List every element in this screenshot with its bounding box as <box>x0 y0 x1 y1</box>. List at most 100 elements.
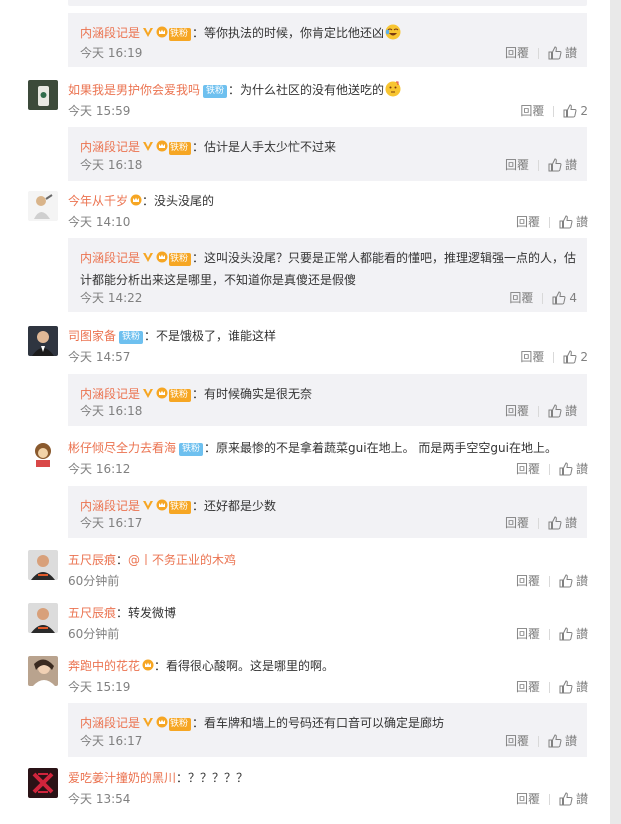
avatar[interactable] <box>28 656 58 686</box>
like-label: 讃 <box>575 215 588 229</box>
comment-username[interactable]: 如果我是男护你会爱我吗 <box>68 83 200 97</box>
reply-line: 内涵段记是 铁粉 ：估计是人手太少忙不过来 <box>80 136 580 158</box>
verified-v-icon <box>143 142 154 151</box>
reply-button[interactable]: 回覆 <box>516 678 540 696</box>
iron-fan-badge: 铁粉 <box>169 28 192 41</box>
reply-time: 今天 16:17 <box>80 516 143 530</box>
reply-actions: 回覆 讃 <box>505 514 577 532</box>
avatar[interactable] <box>28 326 58 356</box>
reply-username[interactable]: 内涵段记是 <box>80 26 140 40</box>
divider <box>553 106 555 117</box>
reply-button[interactable]: 回覆 <box>505 732 529 750</box>
colon: ： <box>154 659 167 673</box>
thumbs-up-icon <box>552 291 566 305</box>
verified-v-icon <box>143 718 154 727</box>
comment-time: 今天 13:54 <box>68 792 131 806</box>
avatar[interactable] <box>28 80 58 110</box>
mention-link[interactable]: @丨不务正业的木鸡 <box>128 553 236 567</box>
like-label: 讃 <box>575 462 588 476</box>
like-button[interactable]: 讃 <box>559 572 588 590</box>
like-button[interactable]: 讃 <box>559 213 588 231</box>
like-button[interactable]: 讃 <box>548 732 577 750</box>
comment-time: 今天 15:59 <box>68 104 131 118</box>
comment-actions: 回覆 讃 <box>516 790 588 808</box>
comment-line: 司图家备 铁粉 ：不是饿极了，谁能这样 <box>68 326 276 346</box>
like-button[interactable]: 讃 <box>559 790 588 808</box>
like-button[interactable]: 讃 <box>548 44 577 62</box>
colon: ： <box>116 606 129 620</box>
like-button[interactable]: 2 <box>563 102 588 120</box>
like-button[interactable]: 讃 <box>559 460 588 478</box>
colon: ： <box>192 140 205 154</box>
reply-line: 内涵段记是 铁粉 ：这叫没头没尾？只要是正常人都能看的懂吧，推理逻辑强一点的人，估计… <box>80 247 580 291</box>
reply-button[interactable]: 回覆 <box>516 213 540 231</box>
like-button[interactable]: 4 <box>552 289 577 307</box>
reply-button[interactable]: 回覆 <box>509 289 533 307</box>
like-count: 4 <box>569 291 577 305</box>
comment-actions: 回覆 讃 <box>516 213 588 231</box>
avatar[interactable] <box>28 603 58 633</box>
divider <box>537 48 539 59</box>
comment-username[interactable]: 五尺辰痕 <box>68 553 116 567</box>
reply-button[interactable]: 回覆 <box>505 44 529 62</box>
like-button[interactable]: 讃 <box>548 156 577 174</box>
like-button[interactable]: 2 <box>563 348 588 366</box>
reply-box: 内涵段记是 铁粉 ：看车牌和墙上的号码还有口音可以确定是廊坊 今天 16:17 回覆… <box>68 703 587 757</box>
comment-username[interactable]: 奔跑中的花花 <box>68 659 140 673</box>
colon: ： <box>116 553 129 567</box>
comment-username[interactable]: 司图家备 <box>68 329 116 343</box>
reply-button[interactable]: 回覆 <box>520 348 544 366</box>
like-label: 讃 <box>564 404 577 418</box>
like-button[interactable]: 讃 <box>559 625 588 643</box>
reply-username[interactable]: 内涵段记是 <box>80 140 140 154</box>
reply-button[interactable]: 回覆 <box>520 102 544 120</box>
scrollbar-track[interactable] <box>610 0 621 824</box>
comment-username[interactable]: 五尺辰痕 <box>68 606 116 620</box>
avatar[interactable] <box>28 438 58 468</box>
reply-username[interactable]: 内涵段记是 <box>80 716 140 730</box>
like-button[interactable]: 讃 <box>548 514 577 532</box>
fan-badge: 铁粉 <box>203 85 228 98</box>
colon: ： <box>144 329 157 343</box>
reply-username[interactable]: 内涵段记是 <box>80 387 140 401</box>
verified-v-icon <box>143 28 154 37</box>
comment-text: 转发微博 <box>128 606 177 620</box>
like-button[interactable]: 讃 <box>559 678 588 696</box>
crown-icon <box>156 26 168 38</box>
reply-time: 今天 16:18 <box>80 158 143 172</box>
reply-text: 还好都是少数 <box>204 499 277 513</box>
comment-username[interactable]: 彬仔倾尽全力去看海 <box>68 441 176 455</box>
crown-icon <box>130 194 142 206</box>
reply-button[interactable]: 回覆 <box>516 790 540 808</box>
comment-username[interactable]: 爱吃姜汁撞奶的黑川 <box>68 771 176 785</box>
reply-button[interactable]: 回覆 <box>505 514 529 532</box>
reply-username[interactable]: 内涵段记是 <box>80 251 140 265</box>
reply-username[interactable]: 内涵段记是 <box>80 499 140 513</box>
avatar[interactable] <box>28 550 58 580</box>
reply-button[interactable]: 回覆 <box>516 625 540 643</box>
divider <box>542 293 544 304</box>
like-button[interactable]: 讃 <box>548 402 577 420</box>
comment-time: 60分钟前 <box>68 574 120 588</box>
reply-box-cut <box>68 0 587 6</box>
reply-button[interactable]: 回覆 <box>505 156 529 174</box>
reply-button[interactable]: 回覆 <box>505 402 529 420</box>
reply-button[interactable]: 回覆 <box>516 460 540 478</box>
thumbs-up-icon <box>559 215 573 229</box>
reply-actions: 回覆 讃 <box>505 732 577 750</box>
divider <box>537 518 539 529</box>
reply-button[interactable]: 回覆 <box>516 572 540 590</box>
comment-username[interactable]: 今年从千岁 <box>68 194 128 208</box>
like-label: 讃 <box>575 792 588 806</box>
avatar[interactable] <box>28 191 58 221</box>
comment-time: 今天 14:57 <box>68 350 131 364</box>
divider <box>548 794 550 805</box>
reply-time: 今天 14:22 <box>80 291 143 305</box>
avatar[interactable] <box>28 768 58 798</box>
reply-box: 内涵段记是 铁粉 ：等你执法的时候，你肯定比他还凶 今天 16:19 回覆 讃 <box>68 13 587 67</box>
comment-time: 今天 16:12 <box>68 462 131 476</box>
crown-icon <box>142 659 154 671</box>
reply-box: 内涵段记是 铁粉 ：还好都是少数 今天 16:17 回覆 讃 <box>68 486 587 538</box>
colon: ： <box>192 251 205 265</box>
like-label: 讃 <box>575 627 588 641</box>
